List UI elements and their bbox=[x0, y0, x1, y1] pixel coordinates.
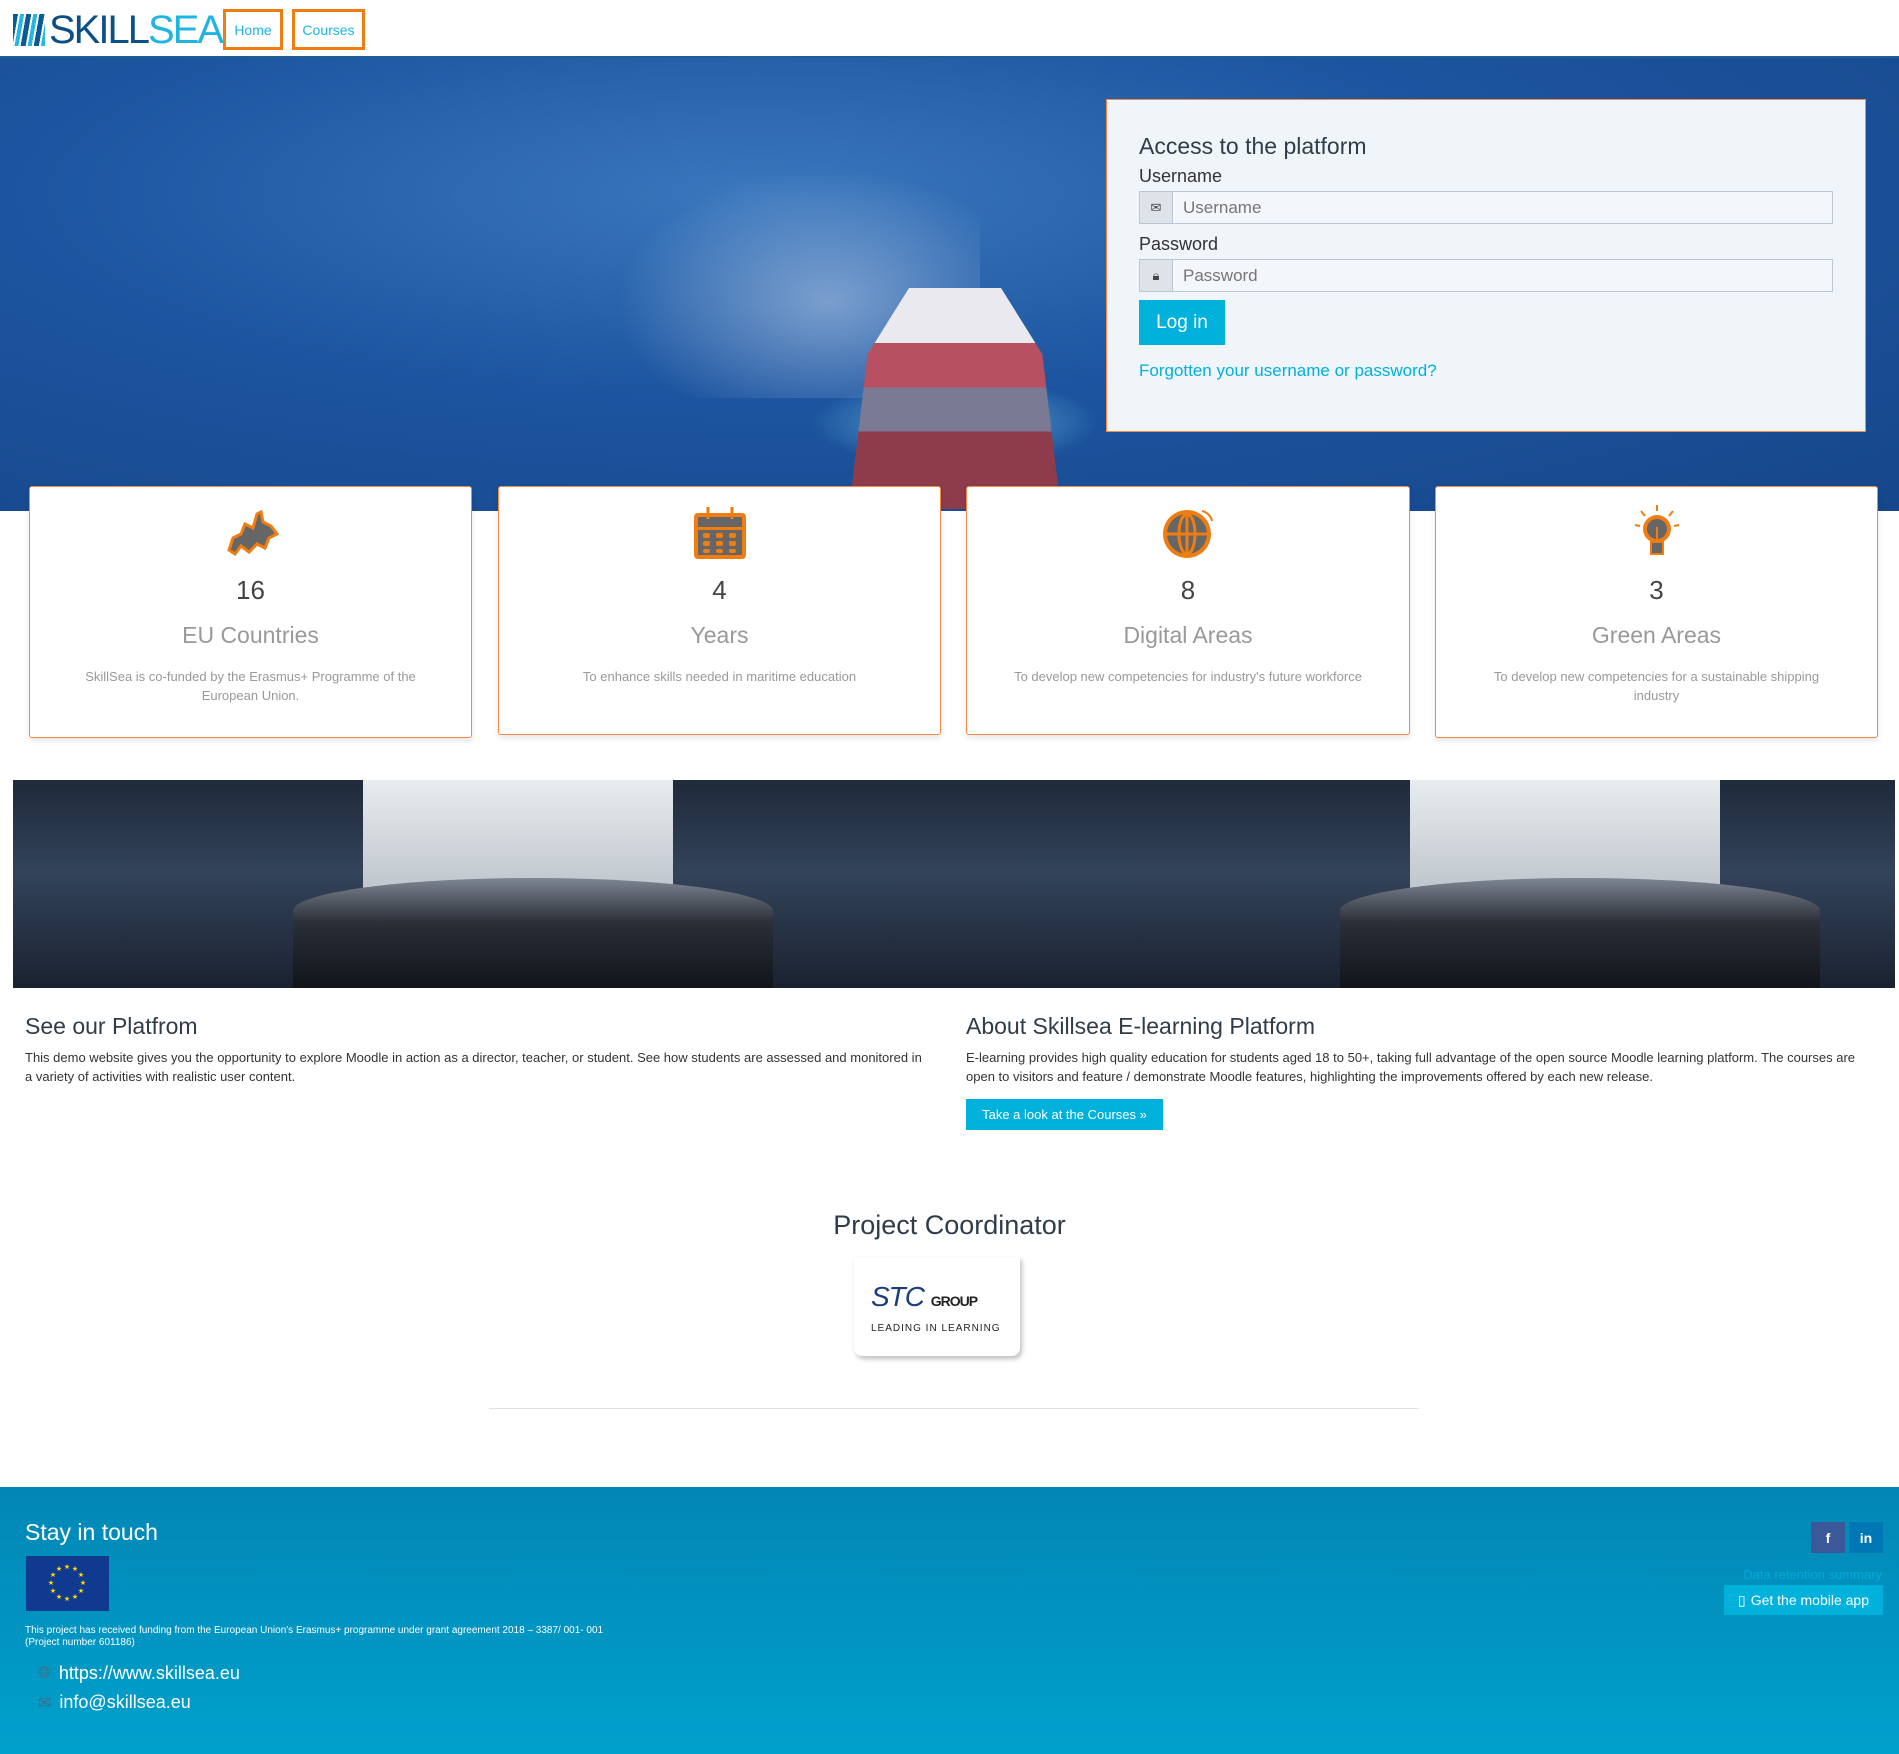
lock-icon: 🔒︎ bbox=[1140, 260, 1173, 291]
facebook-icon[interactable]: f bbox=[1811, 1522, 1845, 1553]
about-heading: About Skillsea E-learning Platform bbox=[966, 1013, 1315, 1039]
coordinator-heading: Project Coordinator bbox=[833, 1210, 1066, 1240]
stat-number: 8 bbox=[1180, 575, 1196, 605]
calendar-icon bbox=[499, 505, 940, 561]
platform-heading: See our Platfrom bbox=[25, 1013, 198, 1039]
data-retention-link[interactable]: Data retention summary bbox=[1743, 1567, 1882, 1582]
stat-number: 3 bbox=[1649, 575, 1664, 605]
svg-text:★: ★ bbox=[78, 1587, 84, 1595]
skillsea-logo[interactable]: SKILLSEA bbox=[13, 10, 224, 50]
stat-description: To enhance skills needed in maritime edu… bbox=[582, 669, 857, 684]
login-button[interactable]: Log in bbox=[1139, 300, 1225, 345]
globe-icon: 🌐︎ bbox=[38, 1664, 51, 1682]
svg-text:★: ★ bbox=[56, 1565, 62, 1573]
stat-number: 4 bbox=[712, 575, 727, 605]
about-text: E-learning provides high quality educati… bbox=[966, 1050, 1856, 1084]
stat-title: Green Areas bbox=[1591, 622, 1722, 648]
nav-home[interactable]: Home bbox=[223, 9, 283, 50]
ship-superstructure bbox=[363, 780, 673, 890]
login-title: Access to the platform bbox=[1139, 133, 1367, 159]
divider bbox=[489, 1408, 1419, 1409]
envelope-icon: ✉ bbox=[1140, 192, 1173, 223]
ship-banner-image-2 bbox=[1110, 780, 1895, 988]
stat-card-digital: 8 Digital Areas To develop new competenc… bbox=[966, 486, 1410, 735]
username-label: Username bbox=[1139, 166, 1223, 186]
username-input[interactable] bbox=[1173, 192, 1832, 223]
stat-title: EU Countries bbox=[182, 622, 319, 648]
envelope-icon: ✉ bbox=[38, 1694, 52, 1712]
lightbulb-icon bbox=[1436, 505, 1877, 561]
platform-text: This demo website gives you the opportun… bbox=[25, 1050, 922, 1084]
svg-text:★: ★ bbox=[56, 1593, 62, 1601]
ship-hull bbox=[293, 878, 773, 988]
password-field-group: 🔒︎ bbox=[1139, 259, 1833, 292]
svg-text:★: ★ bbox=[80, 1579, 86, 1587]
svg-text:★: ★ bbox=[50, 1587, 56, 1595]
footer-title: Stay in touch bbox=[25, 1519, 158, 1545]
stat-title: Digital Areas bbox=[1123, 622, 1253, 648]
stat-card-countries: 16 EU Countries SkillSea is co-funded by… bbox=[29, 486, 472, 738]
europe-map-icon bbox=[30, 505, 471, 561]
svg-text:★: ★ bbox=[72, 1593, 78, 1601]
stat-number: 16 bbox=[236, 575, 265, 605]
linkedin-icon[interactable]: in bbox=[1849, 1522, 1883, 1553]
nav-courses[interactable]: Courses bbox=[292, 9, 365, 50]
password-input[interactable] bbox=[1173, 260, 1832, 291]
logo-text-skill: SKILL bbox=[49, 8, 150, 52]
ship-superstructure bbox=[1410, 780, 1720, 890]
footer: Stay in touch ★ ★ ★ ★ ★ ★ ★ ★ ★ ★ ★ ★ This project … bbox=[0, 1487, 1899, 1754]
stat-title: Years bbox=[690, 622, 749, 648]
svg-text:★: ★ bbox=[64, 1595, 70, 1603]
stat-description: To develop new competencies for a sustai… bbox=[1493, 669, 1820, 703]
svg-text:★: ★ bbox=[64, 1563, 70, 1571]
phone-icon: ▯ bbox=[1737, 1591, 1746, 1608]
stat-card-years: 4 Years To enhance skills needed in mari… bbox=[498, 486, 941, 735]
stat-description: SkillSea is co-funded by the Erasmus+ Pr… bbox=[85, 669, 416, 703]
svg-text:★: ★ bbox=[48, 1579, 54, 1587]
forgot-password-link[interactable]: Forgotten your username or password? bbox=[1139, 361, 1833, 381]
email-link[interactable]: info@skillsea.eu bbox=[59, 1692, 190, 1713]
login-panel: Access to the platform Username ✉ Passwo… bbox=[1106, 99, 1866, 432]
username-field-group: ✉ bbox=[1139, 191, 1833, 224]
stc-group-logo[interactable]: STC GROUP LEADING IN LEARNING bbox=[854, 1257, 1020, 1356]
funding-text: This project has received funding from t… bbox=[25, 1625, 604, 1648]
svg-text:★: ★ bbox=[78, 1571, 84, 1579]
globe-icon bbox=[967, 505, 1409, 561]
stat-card-green: 3 Green Areas To develop new competencie… bbox=[1435, 486, 1878, 738]
logo-text-sea: SEA bbox=[147, 8, 224, 52]
ship-hull bbox=[1340, 878, 1820, 988]
password-label: Password bbox=[1139, 234, 1219, 254]
mobile-app-button[interactable]: ▯ Get the mobile app bbox=[1724, 1585, 1883, 1615]
eu-flag-icon: ★ ★ ★ ★ ★ ★ ★ ★ ★ ★ ★ ★ bbox=[26, 1556, 109, 1611]
logo-waves-icon bbox=[13, 14, 45, 46]
stat-description: To develop new competencies for industry… bbox=[1014, 669, 1362, 684]
website-link[interactable]: https://www.skillsea.eu bbox=[59, 1663, 240, 1684]
ship-banner-image bbox=[13, 780, 1110, 988]
view-courses-button[interactable]: Take a look at the Courses » bbox=[966, 1099, 1163, 1130]
header: SKILLSEA Home Courses bbox=[0, 0, 1899, 58]
